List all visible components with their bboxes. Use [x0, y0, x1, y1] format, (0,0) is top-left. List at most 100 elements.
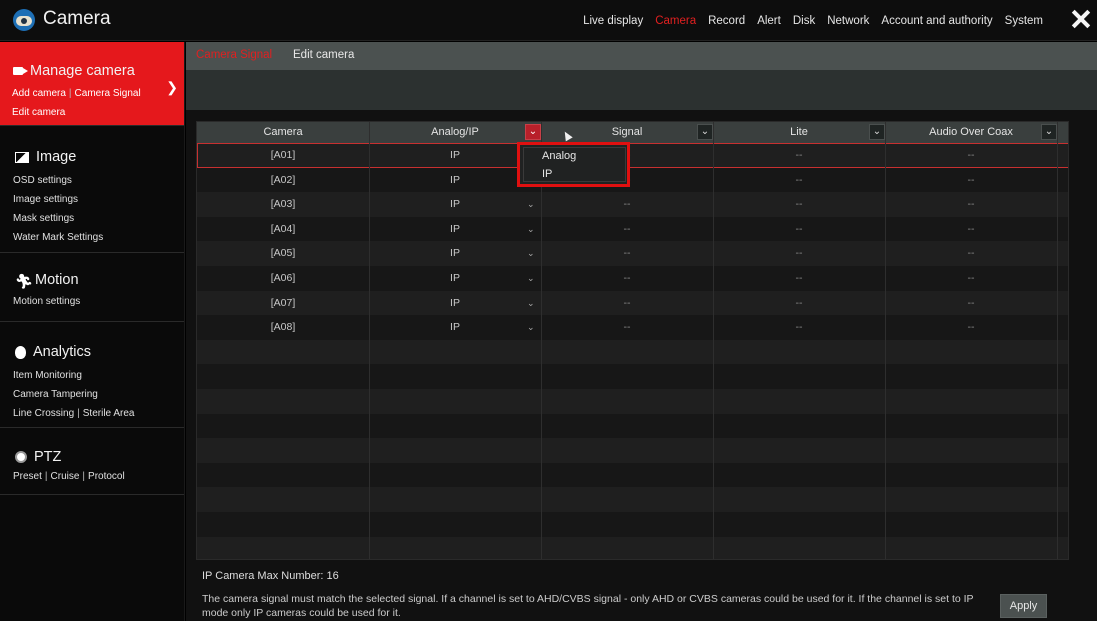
- cell-mode[interactable]: IP: [369, 266, 541, 290]
- chevron-down-icon[interactable]: ⌄: [527, 315, 535, 339]
- camera-app-icon: [13, 9, 35, 31]
- app-title: Camera: [43, 8, 111, 29]
- sidebar-link-preset[interactable]: Preset: [13, 471, 42, 482]
- apply-button[interactable]: Apply: [1000, 594, 1047, 618]
- sidebar-section-manage-camera[interactable]: Manage camera Add camera | Camera Signal E…: [0, 42, 184, 126]
- empty-row: [197, 487, 1068, 512]
- cell-coax: --: [967, 247, 975, 260]
- cell-mode[interactable]: IP: [369, 291, 541, 315]
- cell-camera: [A01]: [270, 149, 296, 161]
- cell-mode[interactable]: IP: [369, 241, 541, 265]
- cell-signal: --: [623, 321, 631, 334]
- table-row: [A01]IP------: [197, 143, 1068, 168]
- sidebar-link-mask-settings[interactable]: Mask settings: [13, 209, 103, 228]
- sidebar-link-image-settings[interactable]: Image settings: [13, 190, 103, 209]
- nav-disk[interactable]: Disk: [793, 15, 815, 27]
- running-person-icon: 🏃︎: [15, 273, 33, 289]
- chevron-down-icon[interactable]: ⌄: [527, 291, 535, 315]
- table-row: [A04] IP -- -- -- ⌄: [197, 216, 1068, 242]
- cell-camera: [A05]: [270, 247, 296, 260]
- sidebar-link-motion-settings[interactable]: Motion settings: [13, 296, 80, 307]
- nav-account-authority[interactable]: Account and authority: [881, 15, 992, 27]
- close-icon[interactable]: [1071, 9, 1091, 29]
- cell-lite: --: [795, 149, 803, 161]
- tab-edit-camera[interactable]: Edit camera: [293, 49, 354, 61]
- chevron-down-icon[interactable]: ⌄: [527, 241, 535, 265]
- sidebar-link-item-monitoring[interactable]: Item Monitoring: [13, 366, 134, 385]
- cell-coax: --: [967, 296, 975, 309]
- sidebar-link-camera-tampering[interactable]: Camera Tampering: [13, 385, 134, 404]
- ip-camera-max-number: IP Camera Max Number: 16: [202, 570, 339, 582]
- cell-lite: --: [795, 321, 803, 334]
- sidebar-link-protocol[interactable]: Protocol: [88, 471, 125, 482]
- signal-note: The camera signal must match the selecte…: [202, 593, 974, 619]
- dropdown-option-ip[interactable]: IP: [542, 168, 552, 180]
- sidebar-title-analytics: Analytics: [33, 344, 92, 360]
- chevron-down-icon[interactable]: ⌄: [697, 124, 713, 140]
- dropdown-option-analog[interactable]: Analog: [542, 150, 576, 162]
- cell-camera: [A08]: [270, 321, 296, 334]
- cell-mode[interactable]: IP: [369, 192, 541, 216]
- cell-mode[interactable]: IP: [369, 168, 541, 192]
- nav-camera[interactable]: Camera: [655, 15, 696, 27]
- sidebar-title-image: Image: [36, 149, 77, 165]
- chevron-down-icon[interactable]: ⌄: [527, 192, 535, 216]
- sidebar-link-camera-signal[interactable]: Camera Signal: [75, 88, 141, 99]
- chevron-right-icon: ❯: [166, 79, 178, 95]
- nav-live-display[interactable]: Live display: [583, 15, 643, 27]
- table-row: [A05] IP -- -- -- ⌄: [197, 241, 1068, 266]
- chevron-down-icon[interactable]: ⌄: [527, 266, 535, 290]
- sidebar-link-edit-camera[interactable]: Edit camera: [12, 107, 65, 118]
- sidebar-link-osd-settings[interactable]: OSD settings: [13, 171, 103, 190]
- header-audio-over-coax: Audio Over Coax: [929, 126, 1013, 138]
- chevron-down-icon[interactable]: ⌄: [525, 124, 541, 140]
- tab-camera-signal[interactable]: Camera Signal: [196, 49, 272, 61]
- sidebar-link-line-crossing[interactable]: Line Crossing: [13, 408, 74, 419]
- sidebar-section-motion[interactable]: 🏃︎ Motion Motion settings: [0, 253, 184, 322]
- table-row: [A08] IP -- -- -- ⌄: [197, 315, 1068, 340]
- cell-coax: --: [967, 198, 975, 211]
- cell-lite: --: [795, 296, 803, 309]
- image-icon: [15, 151, 29, 163]
- cell-mode[interactable]: IP: [369, 143, 541, 167]
- chevron-down-icon[interactable]: ⌄: [1041, 124, 1057, 140]
- cell-coax: --: [967, 222, 975, 235]
- cell-mode[interactable]: IP: [369, 217, 541, 241]
- cell-camera: [A06]: [270, 272, 296, 284]
- top-nav: Live display Camera Record Alert Disk Ne…: [583, 15, 1043, 27]
- cell-coax: --: [967, 173, 975, 186]
- chevron-down-icon[interactable]: ⌄: [527, 217, 535, 241]
- analog-ip-dropdown[interactable]: Analog IP: [517, 142, 630, 187]
- table-header: Camera Analog/IP ⌄ Signal ⌄ Lite ⌄ Audio…: [197, 122, 1068, 143]
- sidebar-link-water-mark-settings[interactable]: Water Mark Settings: [13, 228, 103, 247]
- empty-row: [197, 339, 1068, 365]
- cell-camera: [A02]: [270, 173, 296, 186]
- empty-row: [197, 389, 1068, 414]
- empty-row: [197, 536, 1068, 559]
- cell-lite: --: [795, 272, 803, 284]
- nav-record[interactable]: Record: [708, 15, 745, 27]
- sidebar-link-sterile-area[interactable]: Sterile Area: [83, 408, 135, 419]
- camera-signal-table: Camera Analog/IP ⌄ Signal ⌄ Lite ⌄ Audio…: [196, 121, 1069, 560]
- nav-system[interactable]: System: [1005, 15, 1043, 27]
- sidebar-section-image[interactable]: Image OSD settings Image settings Mask s…: [0, 126, 184, 253]
- cell-mode[interactable]: IP: [369, 315, 541, 339]
- cell-signal: --: [623, 222, 631, 235]
- table-row: [A07] IP -- -- -- ⌄: [197, 290, 1068, 316]
- cell-coax: --: [967, 272, 975, 284]
- sidebar-section-ptz[interactable]: PTZ Preset | Cruise | Protocol: [0, 428, 184, 495]
- nav-network[interactable]: Network: [827, 15, 869, 27]
- sidebar-link-cruise[interactable]: Cruise: [51, 471, 80, 482]
- sidebar-section-analytics[interactable]: Analytics Item Monitoring Camera Tamperi…: [0, 322, 184, 428]
- header-camera: Camera: [263, 126, 303, 138]
- chevron-down-icon[interactable]: ⌄: [869, 124, 885, 140]
- cell-camera: [A04]: [270, 222, 296, 235]
- nav-alert[interactable]: Alert: [757, 15, 781, 27]
- empty-row: [197, 438, 1068, 463]
- video-camera-icon: [13, 67, 28, 75]
- table-row: [A06] IP -- -- -- ⌄: [197, 266, 1068, 291]
- sidebar-title-ptz: PTZ: [34, 449, 62, 465]
- analytics-icon: [15, 345, 26, 359]
- sidebar-link-add-camera[interactable]: Add camera: [12, 88, 66, 99]
- toolbar-band: [186, 70, 1097, 110]
